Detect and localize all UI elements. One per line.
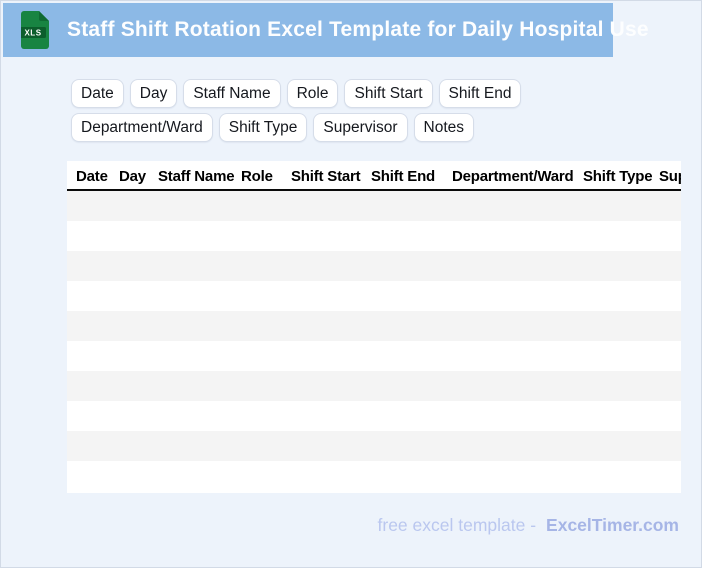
column-header-day: Day — [119, 167, 146, 185]
field-chip-shift-start[interactable]: Shift Start — [344, 79, 433, 108]
xls-icon-label: XLS — [24, 29, 41, 38]
spreadsheet-preview: Date Day Staff Name Role Shift Start Shi… — [67, 161, 681, 493]
table-row — [67, 341, 681, 371]
field-chip-shift-end[interactable]: Shift End — [438, 79, 522, 108]
field-chip-supervisor[interactable]: Supervisor — [313, 113, 408, 142]
table-row — [67, 191, 681, 221]
field-chip-shift-type[interactable]: Shift Type — [218, 113, 308, 142]
footer-text: free excel template - — [377, 514, 537, 535]
field-chip-department-ward[interactable]: Department/Ward — [71, 113, 213, 142]
page-title: Staff Shift Rotation Excel Template for … — [67, 18, 649, 41]
column-header-shift-end: Shift End — [371, 167, 436, 185]
field-chip-staff-name[interactable]: Staff Name — [183, 79, 281, 108]
table-row — [67, 281, 681, 311]
field-chip-date[interactable]: Date — [71, 79, 124, 108]
column-header-shift-start: Shift Start — [291, 167, 361, 185]
table-body — [67, 191, 681, 491]
column-header-shift-type: Shift Type — [583, 167, 653, 185]
table-row — [67, 221, 681, 251]
brand-link[interactable]: ExcelTimer.com — [546, 515, 679, 536]
column-header-role: Role — [241, 167, 273, 185]
field-chip-notes[interactable]: Notes — [413, 113, 474, 142]
header-bar: XLS Staff Shift Rotation Excel Template … — [3, 3, 649, 57]
template-preview-canvas: XLS Staff Shift Rotation Excel Template … — [0, 0, 702, 568]
table-row — [67, 401, 681, 431]
table-row — [67, 371, 681, 401]
field-chips: Date Day Staff Name Role Shift Start Shi… — [71, 79, 651, 142]
column-header-supervisor: Supervisor — [659, 167, 681, 185]
table-header-row: Date Day Staff Name Role Shift Start Shi… — [67, 161, 681, 191]
footer-credit: free excel template - ExcelTimer.com — [378, 512, 680, 538]
column-header-date: Date — [76, 167, 108, 185]
table-row — [67, 251, 681, 281]
table-row — [67, 431, 681, 461]
column-header-staff-name: Staff Name — [158, 167, 235, 185]
table-row — [67, 461, 681, 491]
column-header-department-ward: Department/Ward — [452, 167, 574, 185]
field-chip-role[interactable]: Role — [286, 79, 339, 108]
xls-file-icon: XLS — [21, 11, 49, 49]
field-chip-day[interactable]: Day — [129, 79, 178, 108]
table-row — [67, 311, 681, 341]
